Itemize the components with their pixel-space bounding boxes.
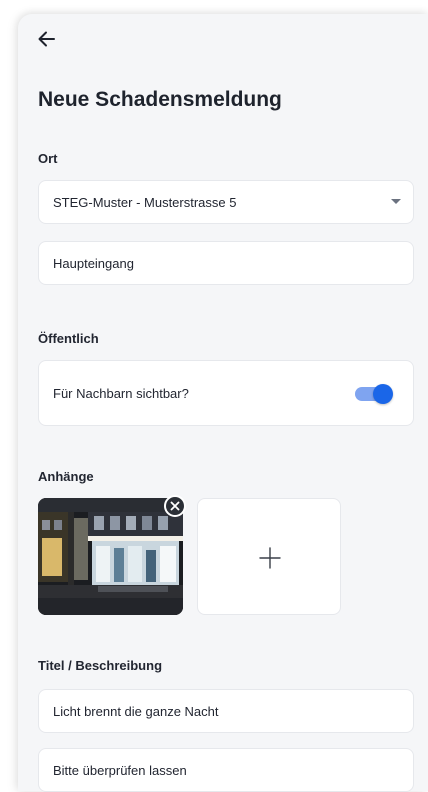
property-select[interactable]: STEG-Muster - Musterstrasse 5	[38, 180, 414, 224]
description-input-value: Bitte überprüfen lassen	[53, 762, 187, 778]
toggle-knob	[373, 384, 393, 404]
back-button[interactable]	[34, 26, 60, 52]
visibility-card: Für Nachbarn sichtbar?	[38, 360, 414, 426]
description-input[interactable]: Bitte überprüfen lassen	[38, 748, 414, 792]
title-input-value: Licht brennt die ganze Nacht	[53, 703, 219, 719]
entrance-input-value: Haupteingang	[53, 255, 134, 271]
section-label-location: Ort	[38, 151, 58, 166]
title-input[interactable]: Licht brennt die ganze Nacht	[38, 689, 414, 733]
visibility-toggle-label: Für Nachbarn sichtbar?	[53, 385, 189, 401]
remove-attachment-button[interactable]	[164, 495, 186, 517]
close-icon	[170, 501, 180, 511]
attachment-photo	[38, 498, 183, 615]
visibility-toggle[interactable]	[355, 384, 393, 404]
arrow-left-icon	[38, 31, 55, 47]
report-screen: Neue Schadensmeldung Ort STEG-Muster - M…	[18, 14, 428, 792]
entrance-input[interactable]: Haupteingang	[38, 241, 414, 285]
page-title: Neue Schadensmeldung	[38, 88, 282, 111]
section-label-public: Öffentlich	[38, 331, 99, 346]
section-label-attachments: Anhänge	[38, 469, 94, 484]
dropdown-caret-icon	[391, 199, 401, 204]
attachment-thumbnail[interactable]	[38, 498, 183, 615]
plus-icon	[259, 547, 281, 569]
section-label-details: Titel / Beschreibung	[38, 658, 163, 673]
property-select-value: STEG-Muster - Musterstrasse 5	[53, 194, 237, 210]
add-attachment-button[interactable]	[197, 498, 341, 615]
